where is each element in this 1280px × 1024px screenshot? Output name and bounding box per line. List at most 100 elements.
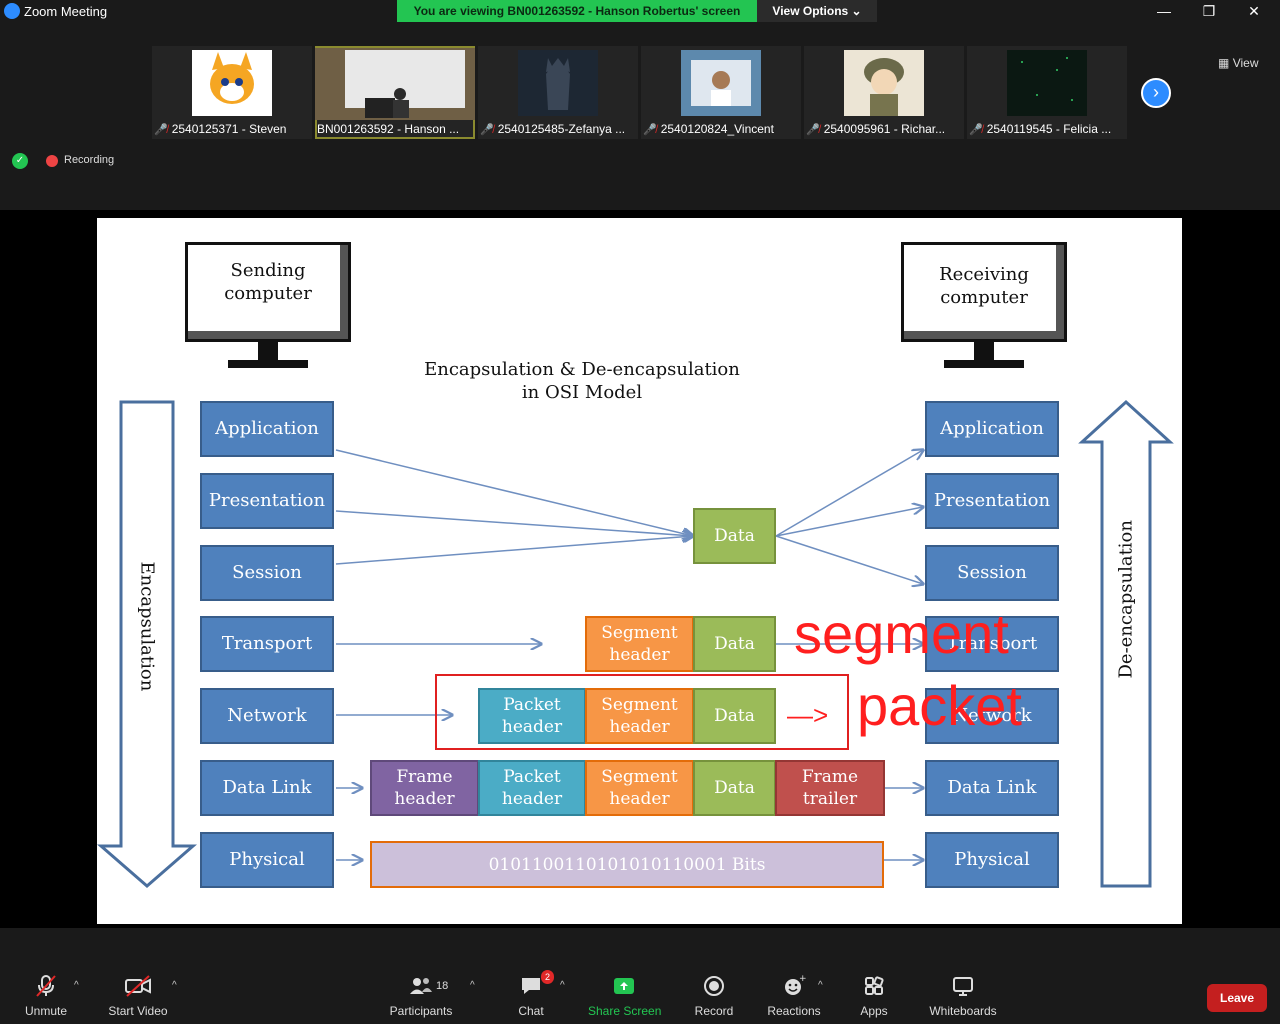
- annotation-segment: segment: [794, 602, 1009, 665]
- right-layer-physical: Physical: [925, 832, 1059, 888]
- recording-label: Recording: [64, 154, 115, 166]
- annotation-arrow: —>: [787, 700, 829, 730]
- apps-label: Apps: [860, 1004, 888, 1018]
- whiteboards-button[interactable]: Whiteboards: [926, 974, 1000, 1018]
- pdu-segment-header: Segment header: [585, 616, 694, 672]
- left-layer-application: Application: [200, 401, 334, 457]
- apps-button[interactable]: Apps: [856, 974, 892, 1018]
- chat-button[interactable]: 2 Chat: [514, 970, 554, 1018]
- maximize-button[interactable]: ❐: [1199, 2, 1219, 20]
- video-options-caret-icon[interactable]: ^: [172, 980, 177, 991]
- mic-muted-icon: [22, 974, 70, 1002]
- share-screen-button[interactable]: Share Screen: [588, 974, 662, 1018]
- deencapsulation-label: De-encapsulation: [1115, 520, 1137, 679]
- mic-muted-icon: 🎤̸: [969, 124, 983, 136]
- window-title-bar: Zoom Meeting You are viewing BN001263592…: [0, 0, 1280, 22]
- participants-count: 18: [436, 980, 449, 992]
- participant-tile[interactable]: 🎤̸ 2540125485-Zefanya ...: [478, 46, 638, 139]
- whiteboard-icon: [926, 974, 1000, 1002]
- video-off-icon: [106, 974, 170, 1002]
- pdu-bits: 0101100110101010110001 Bits: [370, 841, 884, 888]
- slide-title: Encapsulation & De-encapsulation in OSI …: [417, 358, 747, 404]
- participant-name: 🎤̸ 2540119545 - Felicia ...: [969, 122, 1112, 136]
- view-options-button[interactable]: View Options ⌄: [757, 0, 877, 22]
- record-label: Record: [694, 1004, 734, 1018]
- audio-options-caret-icon[interactable]: ^: [74, 980, 79, 991]
- smiley-icon: +: [764, 974, 824, 1002]
- reactions-label: Reactions: [767, 1004, 821, 1018]
- apps-icon: [856, 974, 892, 1002]
- monitor-base: [944, 360, 1024, 368]
- reactions-button[interactable]: + Reactions: [764, 974, 824, 1018]
- participant-name: 🎤̸ 2540120824_Vincent: [643, 122, 774, 136]
- annotation-packet: packet: [857, 674, 1022, 737]
- next-page-button[interactable]: ›: [1141, 78, 1171, 108]
- receiving-computer-label: Receiving computer: [939, 264, 1029, 308]
- participant-avatar: [192, 50, 272, 116]
- participants-caret-icon[interactable]: ^: [470, 980, 475, 991]
- participants-label: Participants: [389, 1004, 453, 1018]
- start-video-button[interactable]: Start Video: [106, 974, 170, 1018]
- grid-icon: ▦: [1218, 56, 1230, 70]
- slide-title-line2: in OSI Model: [521, 382, 643, 403]
- pdu-data: Data: [693, 508, 776, 564]
- chat-icon: 2: [514, 970, 554, 1002]
- pdu-packet-header: Packet header: [478, 760, 586, 816]
- participant-avatar: [844, 50, 924, 116]
- unmute-button[interactable]: Unmute: [22, 974, 70, 1018]
- shared-slide: Sending computer Receiving computer Enca…: [97, 218, 1182, 924]
- pdu-segment-header: Segment header: [585, 760, 694, 816]
- participant-avatar: [681, 50, 761, 116]
- chat-label: Chat: [518, 1004, 544, 1018]
- participants-icon: 18: [388, 974, 454, 1002]
- participant-tile[interactable]: 🎤̸ 2540125371 - Steven: [152, 46, 312, 139]
- security-shield-icon[interactable]: ✓: [12, 153, 28, 169]
- right-layer-session: Session: [925, 545, 1059, 601]
- participant-name: 🎤̸ 2540125371 - Steven: [154, 122, 287, 136]
- mic-muted-icon: 🎤̸: [480, 124, 494, 136]
- participant-tile[interactable]: 🎤̸ 2540119545 - Felicia ...: [967, 46, 1127, 139]
- record-button[interactable]: Record: [692, 974, 736, 1018]
- participant-name: BN001263592 - Hanson ...: [317, 122, 460, 136]
- participant-gallery: 🎤̸ 2540125371 - Steven BN001263592 - Hans…: [0, 22, 1280, 210]
- participant-name: 🎤̸ 2540125485-Zefanya ...: [480, 122, 626, 136]
- record-icon: [692, 974, 736, 1002]
- view-button[interactable]: ▦ View: [1218, 56, 1258, 70]
- receiving-computer-monitor-icon: Receiving computer: [901, 242, 1067, 342]
- monitor-stand: [258, 342, 278, 360]
- participant-tile[interactable]: 🎤̸ 2540095961 - Richar...: [804, 46, 964, 139]
- participant-tile[interactable]: 🎤̸ 2540120824_Vincent: [641, 46, 801, 139]
- left-layer-session: Session: [200, 545, 334, 601]
- recording-icon: [46, 155, 58, 167]
- left-layer-transport: Transport: [200, 616, 334, 672]
- participants-button[interactable]: 18 Participants: [388, 974, 454, 1018]
- pdu-frame-trailer: Frame trailer: [775, 760, 885, 816]
- encapsulation-label: Encapsulation: [136, 561, 158, 692]
- share-screen-label: Share Screen: [588, 1004, 662, 1018]
- whiteboards-label: Whiteboards: [929, 1004, 997, 1018]
- participant-tile-active-speaker[interactable]: BN001263592 - Hanson ...: [315, 46, 475, 139]
- unmute-label: Unmute: [24, 1004, 68, 1018]
- mic-muted-icon: 🎤̸: [643, 124, 657, 136]
- sending-computer-label: Sending computer: [224, 260, 312, 304]
- close-button[interactable]: ✕: [1244, 2, 1264, 20]
- monitor-stand: [974, 342, 994, 360]
- share-screen-icon: [588, 974, 660, 1002]
- chat-caret-icon[interactable]: ^: [560, 980, 565, 991]
- participant-video: [315, 48, 475, 120]
- minimize-button[interactable]: —: [1154, 2, 1174, 20]
- svg-text:+: +: [799, 974, 806, 984]
- zoom-logo-icon: [4, 3, 20, 19]
- leave-meeting-button[interactable]: Leave: [1207, 984, 1267, 1012]
- left-layer-network: Network: [200, 688, 334, 744]
- pdu-data: Data: [693, 760, 776, 816]
- right-layer-presentation: Presentation: [925, 473, 1059, 529]
- viewing-screen-banner: You are viewing BN001263592 - Hanson Rob…: [397, 0, 757, 22]
- left-layer-physical: Physical: [200, 832, 334, 888]
- mic-muted-icon: 🎤̸: [806, 124, 820, 136]
- reactions-caret-icon[interactable]: ^: [818, 980, 823, 991]
- mic-muted-icon: 🎤̸: [154, 124, 168, 136]
- monitor-base: [228, 360, 308, 368]
- sending-computer-monitor-icon: Sending computer: [185, 242, 351, 342]
- right-layer-data-link: Data Link: [925, 760, 1059, 816]
